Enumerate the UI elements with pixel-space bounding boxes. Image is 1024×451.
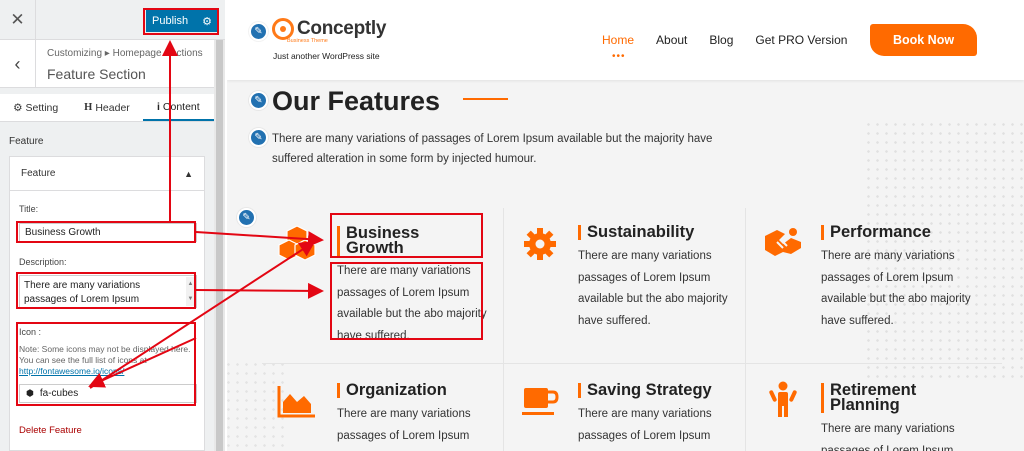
scrollbar-thumb[interactable] [216, 40, 223, 451]
main-nav: Home About Blog Get PRO Version ••• [602, 33, 869, 62]
icon-input[interactable]: ⬢ fa-cubes [19, 384, 197, 403]
tab-bar: ⚙ Setting H Header i Content [0, 94, 214, 122]
icon-value: fa-cubes [39, 388, 79, 399]
tab-content[interactable]: i Content [142, 94, 214, 121]
tab-label: Content [162, 100, 200, 113]
logo-subtitle: Business Theme [287, 38, 328, 44]
logo-mark-icon [272, 18, 294, 40]
area-chart-icon [277, 386, 315, 418]
textarea-scrollbar[interactable]: ▲ ▼ [186, 277, 195, 306]
feature-description: There are many variations passages of Lo… [337, 265, 487, 342]
title-input[interactable]: Business Growth [19, 223, 197, 242]
grid-divider [745, 208, 746, 451]
nav-active-dots: ••• [612, 51, 626, 62]
feature-title: Organization [337, 382, 447, 398]
section-header: ‹ Customizing ▸ Homepage Sections Featur… [0, 40, 225, 88]
feature-title: Sustainability [578, 224, 694, 240]
icon-note-text: Note: Some icons may not be displayed he… [19, 344, 191, 365]
sidebar-topbar: ✕ Publish ⚙ [0, 0, 225, 40]
edit-pencil-icon[interactable]: ✎ [249, 128, 268, 147]
tab-label: Setting [25, 101, 59, 114]
delete-feature-link[interactable]: Delete Feature [19, 425, 82, 436]
breadcrumb: Customizing ▸ Homepage Sections [47, 48, 203, 59]
feature-title: Performance [821, 224, 931, 240]
fontawesome-link[interactable]: http://fontawesome.io/icons/ [19, 366, 124, 376]
person-icon [769, 381, 797, 417]
collapse-arrow-icon[interactable]: ▲ [184, 169, 193, 179]
edit-pencil-icon[interactable]: ✎ [237, 208, 256, 227]
panel-title: Feature [21, 168, 56, 179]
description-label: Description: [19, 257, 67, 267]
feature-panel: Feature ▲ Title: Business Growth Descrip… [9, 156, 205, 451]
edit-pencil-icon[interactable]: ✎ [249, 22, 268, 41]
handshake-icon [765, 228, 801, 256]
publish-label[interactable]: Publish [152, 15, 188, 27]
feature-description: There are many variations passages of Lo… [821, 250, 971, 327]
nav-about[interactable]: About [656, 33, 687, 47]
publish-button[interactable]: Publish ⚙ [146, 10, 217, 32]
cog-icon [524, 228, 556, 260]
book-now-button[interactable]: Book Now [870, 24, 977, 56]
tab-setting[interactable]: ⚙ Setting [0, 94, 71, 121]
logo-name: Conceptly [297, 18, 387, 39]
feature-description: There are many variations passages of Lo… [337, 408, 471, 442]
edit-pencil-icon[interactable]: ✎ [249, 91, 268, 110]
sidebar-scrollbar[interactable] [214, 40, 225, 451]
features-title: Our Features [272, 86, 441, 116]
nav-get-pro[interactable]: Get PRO Version [755, 33, 847, 47]
gears-icon: ⚙ [13, 101, 23, 114]
feature-description: There are many variations passages of Lo… [578, 250, 728, 327]
features-description: There are many variations of passages of… [272, 133, 713, 165]
grid-divider [262, 363, 1002, 364]
site-preview: ✎ Conceptly Business Theme Just another … [227, 0, 1024, 451]
feature-title: Saving Strategy [578, 382, 712, 398]
section-title: Feature Section [47, 66, 146, 82]
title-underline [463, 98, 508, 100]
site-logo[interactable]: Conceptly [272, 18, 386, 40]
feature-description: There are many variations passages of Lo… [578, 408, 712, 442]
grid-divider [503, 208, 504, 451]
back-arrow-icon[interactable]: ‹ [0, 40, 36, 88]
tab-header[interactable]: H Header [71, 94, 142, 121]
feature-title: Retirement Planning [821, 382, 941, 413]
cubes-icon: ⬢ [26, 388, 34, 398]
icon-label: Icon : [19, 327, 42, 337]
feature-panel-header[interactable]: Feature ▲ [10, 157, 204, 191]
coffee-cup-icon [522, 388, 559, 415]
cubes-icon [278, 225, 316, 261]
group-label: Feature [9, 136, 44, 147]
customizer-sidebar: ✕ Publish ⚙ ‹ Customizing ▸ Homepage Sec… [0, 0, 225, 451]
nav-home[interactable]: Home [602, 33, 634, 47]
icon-note: Note: Some icons may not be displayed he… [19, 344, 199, 377]
gear-icon[interactable]: ⚙ [197, 15, 217, 28]
header-icon: H [84, 102, 93, 113]
close-icon[interactable]: ✕ [0, 0, 36, 40]
description-text: There are many variations passages of Lo… [24, 280, 141, 305]
description-textarea[interactable]: There are many variations passages of Lo… [19, 275, 197, 308]
feature-description: There are many variations passages of Lo… [821, 423, 955, 451]
feature-title: Business Growth [337, 225, 477, 256]
nav-blog[interactable]: Blog [709, 33, 733, 47]
site-tagline: Just another WordPress site [273, 51, 380, 61]
info-icon: i [156, 100, 160, 113]
title-label: Title: [19, 204, 39, 214]
tab-label: Header [95, 101, 130, 114]
site-header: ✎ Conceptly Business Theme Just another … [227, 0, 1024, 80]
